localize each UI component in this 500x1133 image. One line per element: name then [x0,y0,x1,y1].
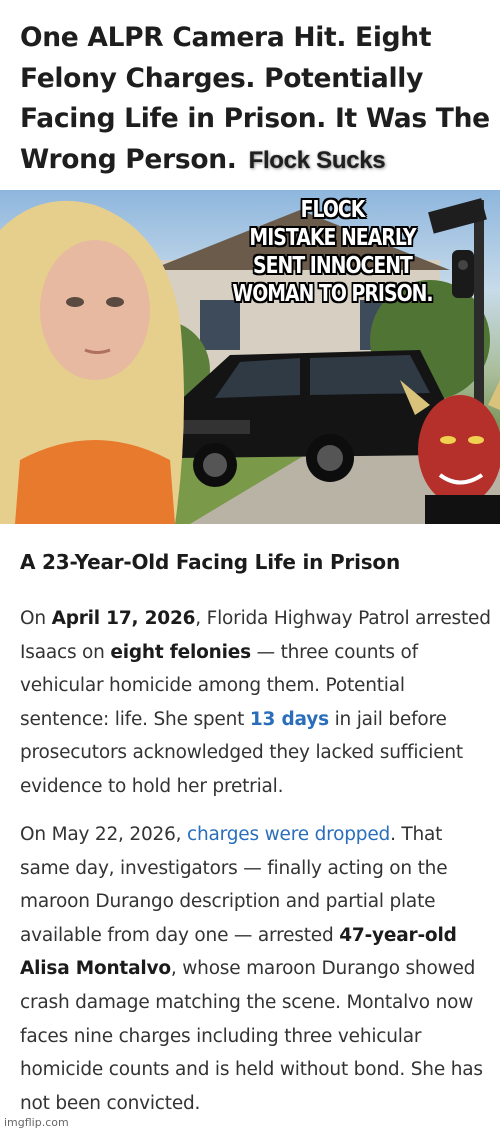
headline: One ALPR Camera Hit. Eight Felony Charge… [20,18,490,181]
charges-dropped-link[interactable]: charges were dropped [187,824,390,845]
woman-portrait [0,200,184,524]
arrest-date: April 17, 2026 [51,608,196,629]
camera-lens [458,260,468,270]
p2-text-3: , whose maroon Durango showed crash dama… [20,958,483,1114]
alpr-camera-icon [452,250,474,298]
overlay-caption: FLOCK MISTAKE NEARLY SENT INNOCENT WOMAN… [232,197,433,307]
imgflip-watermark: imgflip.com [4,1116,69,1129]
paragraph-dropped: On May 22, 2026, charges were dropped. T… [20,818,495,1120]
p1-text-1: On [20,608,52,629]
flock-sucks-tag: Flock Sucks [248,146,386,174]
felonies-count: eight felonies [110,641,251,663]
days-in-jail: 13 days [249,708,329,730]
illustration: FLOCK MISTAKE NEARLY SENT INNOCENT WOMAN… [0,190,500,524]
p2-text-1: On May 22, 2026, [20,824,188,845]
paragraph-arrest: On April 17, 2026, Florida Highway Patro… [20,602,495,804]
section-heading: A 23-Year-Old Facing Life in Prison [20,550,401,574]
